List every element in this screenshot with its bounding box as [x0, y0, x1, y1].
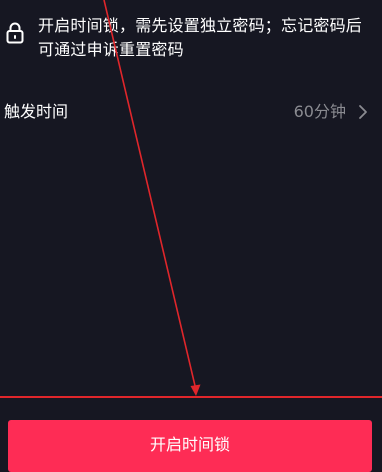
trigger-time-label: 触发时间	[4, 102, 69, 121]
annotation-arrow	[103, 0, 201, 396]
enable-time-lock-label: 开启时间锁	[149, 437, 230, 454]
trigger-time-value: 60分钟	[293, 102, 346, 121]
chevron-right-icon	[359, 105, 367, 119]
lock-icon	[6, 22, 24, 44]
lock-notice: 开启时间锁，需先设置独立密码；忘记密码后可通过申诉重置密码	[0, 12, 382, 62]
trigger-time-row[interactable]: 触发时间 60分钟	[0, 94, 382, 130]
annotation-line	[0, 396, 382, 398]
lock-notice-text: 开启时间锁，需先设置独立密码；忘记密码后可通过申诉重置密码	[38, 16, 363, 59]
enable-time-lock-button[interactable]: 开启时间锁	[8, 420, 372, 472]
